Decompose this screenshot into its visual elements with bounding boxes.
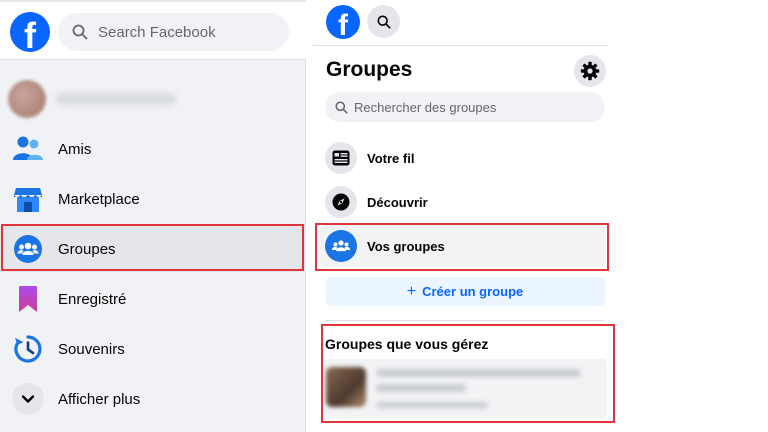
groups-icon	[325, 230, 357, 262]
nav-label: Amis	[58, 140, 92, 158]
feed-icon	[325, 142, 357, 174]
groups-panel: f Groupes Rechercher des groupes Votre f…	[313, 0, 615, 432]
top-bar: f Search Facebook	[0, 0, 306, 60]
page-title: Groupes	[326, 58, 413, 81]
facebook-logo-icon[interactable]: f	[326, 5, 360, 39]
groups-item-vos-groupes[interactable]: Vos groupes	[319, 225, 606, 267]
blurred-profile-name	[56, 93, 176, 105]
create-group-label: Créer un groupe	[422, 284, 524, 299]
nav-label: Afficher plus	[58, 390, 141, 408]
friends-icon	[12, 133, 44, 165]
search-icon	[335, 100, 348, 114]
nav-item-souvenirs[interactable]: Souvenirs	[0, 326, 306, 372]
nav-item-enregistre[interactable]: Enregistré	[0, 276, 306, 322]
blurred-group-name	[376, 369, 581, 377]
nav-item-amis[interactable]: Amis	[0, 126, 306, 172]
nav-item-groupes[interactable]: Groupes	[0, 226, 306, 272]
marketplace-icon	[12, 183, 44, 215]
memories-icon	[12, 333, 44, 365]
nav-item-marketplace[interactable]: Marketplace	[0, 176, 306, 222]
blurred-group-name	[376, 384, 466, 392]
section-title: Groupes que vous gérez	[325, 336, 489, 352]
search-button[interactable]	[367, 5, 400, 38]
plus-icon: +	[406, 282, 417, 300]
search-icon	[376, 14, 391, 29]
nav-label: Souvenirs	[58, 340, 125, 358]
chevron-down-icon	[12, 383, 44, 415]
search-placeholder: Search Facebook	[98, 23, 216, 41]
search-groups-input[interactable]: Rechercher des groupes	[325, 92, 605, 122]
group-thumbnail	[326, 367, 366, 407]
screenshot-root: f Search Facebook Amis Marketplace Group…	[0, 0, 768, 432]
left-sidebar: f Search Facebook Amis Marketplace Group…	[0, 0, 306, 432]
search-icon	[72, 24, 88, 40]
groups-item-label: Découvrir	[367, 194, 428, 210]
nav-label: Marketplace	[58, 190, 140, 208]
nav-label: Enregistré	[58, 290, 127, 308]
groups-item-label: Votre fil	[367, 150, 415, 166]
blurred-group-meta	[376, 402, 488, 408]
search-placeholder: Rechercher des groupes	[354, 99, 497, 115]
gear-icon	[580, 61, 600, 81]
groups-item-votre-fil[interactable]: Votre fil	[319, 137, 606, 179]
facebook-logo-icon[interactable]: f	[10, 12, 50, 52]
profile-item[interactable]	[8, 80, 298, 118]
groups-item-label: Vos groupes	[367, 238, 445, 254]
search-facebook-input[interactable]: Search Facebook	[58, 13, 289, 51]
compass-icon	[325, 186, 357, 218]
divider	[313, 45, 609, 46]
create-group-button[interactable]: + Créer un groupe	[325, 277, 605, 306]
groups-item-decouvrir[interactable]: Découvrir	[319, 181, 606, 223]
settings-button[interactable]	[574, 55, 606, 87]
divider	[325, 320, 605, 321]
nav-item-afficher-plus[interactable]: Afficher plus	[0, 376, 306, 422]
avatar	[8, 80, 46, 118]
nav-label: Groupes	[58, 240, 116, 258]
bookmark-icon	[12, 283, 44, 315]
groups-icon	[12, 233, 44, 265]
managed-group-item[interactable]	[324, 359, 607, 418]
